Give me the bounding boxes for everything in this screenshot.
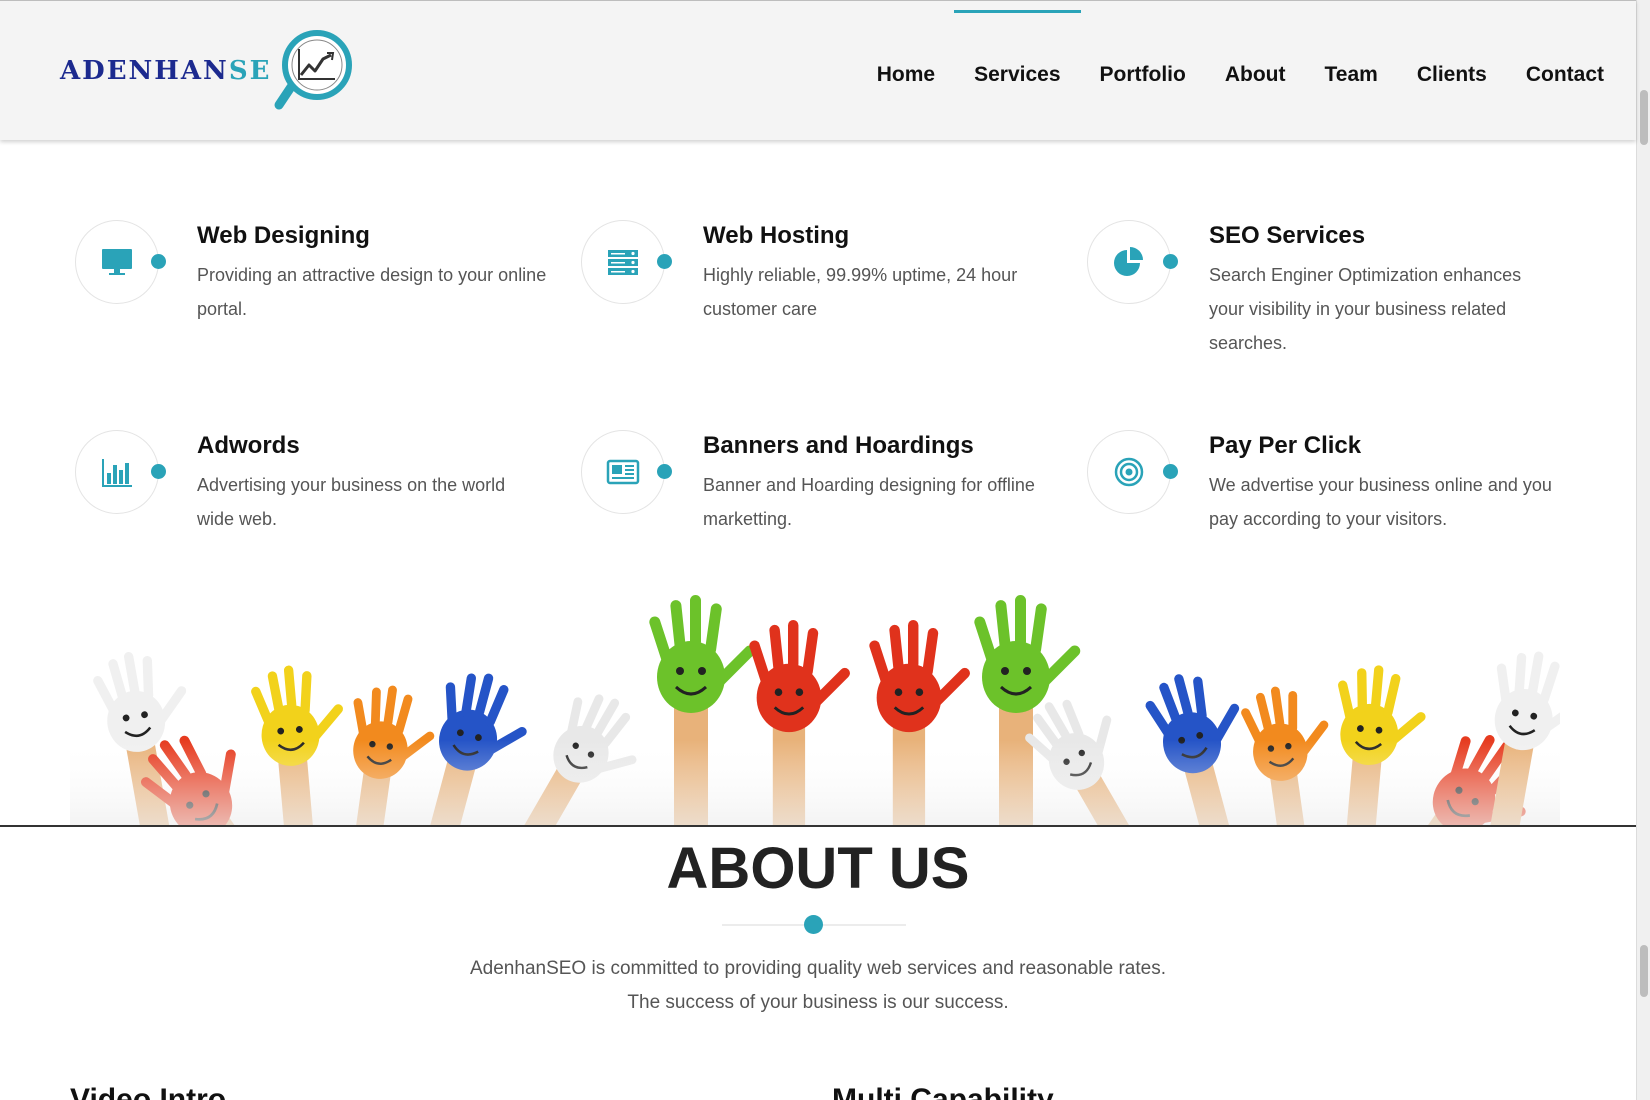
service-description: Banner and Hoarding designing for offlin… — [703, 475, 1035, 529]
about-separator-dot — [804, 915, 823, 934]
target-icon — [1087, 430, 1171, 514]
newspaper-icon — [581, 430, 665, 514]
about-line-2: The success of your business is our succ… — [627, 992, 1009, 1013]
service-dot — [151, 254, 166, 269]
service-dot — [1163, 254, 1178, 269]
nav-team[interactable]: Team — [1325, 1, 1378, 141]
about-text: AdenhanSEO is committed to providing qua… — [0, 952, 1636, 1020]
nav-services[interactable]: Services — [953, 1, 1082, 141]
scrollbar-thumb[interactable] — [1640, 90, 1648, 145]
nav-portfolio[interactable]: Portfolio — [1100, 1, 1186, 141]
service-title: SEO Services — [1209, 222, 1366, 249]
service-description: We advertise your business online and yo… — [1209, 475, 1552, 529]
page-scrollbar[interactable] — [1636, 0, 1650, 1100]
service-title: Web Designing — [197, 222, 370, 249]
painted-hands-banner-image — [70, 590, 1560, 826]
bar-chart-icon — [75, 430, 159, 514]
service-title: Pay Per Click — [1209, 432, 1362, 459]
service-description: Providing an attractive design to your o… — [197, 265, 547, 319]
monitor-icon — [75, 220, 159, 304]
video-intro-heading: Video Intro — [70, 1083, 227, 1100]
service-title: Web Hosting — [703, 222, 850, 249]
service-dot — [151, 464, 166, 479]
about-line-1: AdenhanSEO is committed to providing qua… — [470, 958, 1166, 979]
service-dot — [1163, 464, 1178, 479]
service-description: Highly reliable, 99.99% uptime, 24 hour … — [703, 265, 1018, 319]
section-divider-line — [0, 825, 1636, 827]
nav-clients[interactable]: Clients — [1417, 1, 1487, 141]
pie-chart-icon — [1087, 220, 1171, 304]
server-icon — [581, 220, 665, 304]
service-description: Advertising your business on the world w… — [197, 475, 506, 529]
multi-capability-heading: Multi Capability — [832, 1083, 1054, 1100]
magnifier-logo-icon — [269, 29, 359, 113]
nav-home[interactable]: Home — [877, 1, 935, 141]
service-dot — [657, 254, 672, 269]
nav-about[interactable]: About — [1225, 1, 1286, 141]
service-title: Adwords — [197, 432, 300, 459]
nav-contact[interactable]: Contact — [1526, 1, 1604, 141]
site-header: ADENHANSE Home Services Portfolio About … — [0, 0, 1636, 140]
service-description: Search Enginer Optimization enhances you… — [1209, 265, 1522, 353]
main-nav: Home Services Portfolio About Team Clien… — [838, 1, 1604, 141]
about-title: ABOUT US — [666, 836, 970, 901]
service-dot — [657, 464, 672, 479]
logo-text: ADENHANSE — [60, 56, 272, 86]
service-title: Banners and Hoardings — [703, 432, 974, 459]
scrollbar-thumb-secondary[interactable] — [1640, 945, 1648, 997]
site-logo[interactable]: ADENHANSE — [60, 29, 359, 113]
